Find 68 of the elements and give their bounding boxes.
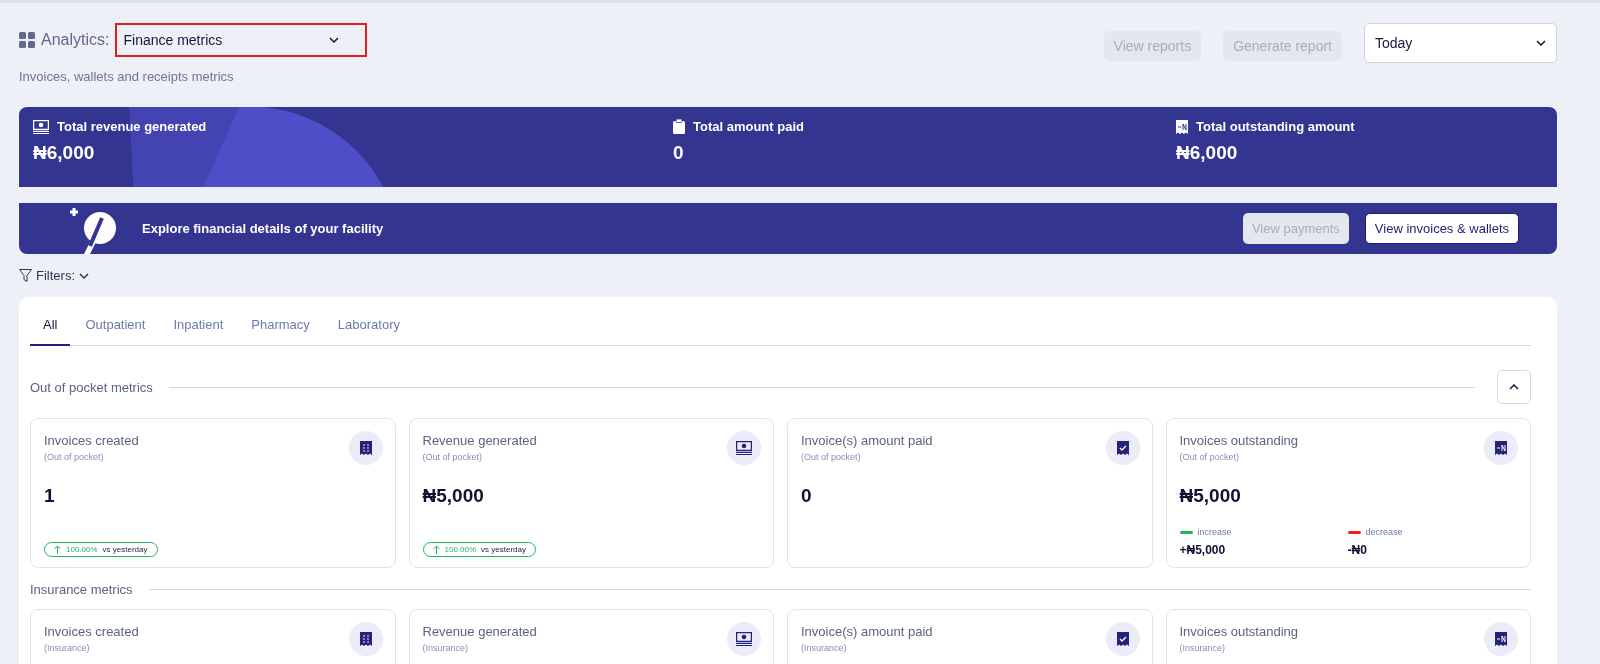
receipt-icon (359, 632, 372, 646)
page-subtitle: Invoices, wallets and receipts metrics (19, 69, 235, 84)
card-subtitle: (Insurance) (44, 643, 91, 653)
grid-icon (19, 32, 35, 48)
filters-button[interactable]: Filters: (19, 268, 89, 283)
card-value: 1 (44, 485, 56, 507)
card-title: Invoices created (44, 624, 139, 639)
compare-text: vs yesterday (481, 545, 526, 554)
naira-receipt-icon (1495, 632, 1507, 646)
card-subtitle: (Insurance) (1179, 643, 1227, 653)
chevron-up-icon (1509, 384, 1519, 390)
card-subtitle: (Out of pocket) (44, 452, 105, 462)
chevron-down-icon (329, 37, 340, 43)
arrow-up-icon (432, 545, 440, 554)
collapse-button[interactable] (1497, 370, 1531, 404)
card-title: Revenue generated (422, 624, 537, 639)
stat-value: 0 (673, 142, 685, 164)
period-dropdown[interactable]: Today (1364, 23, 1557, 63)
compare-text: vs yesterday (102, 545, 148, 554)
legend-label: increase (1197, 527, 1232, 537)
money-icon (736, 441, 752, 455)
stat-label: Total revenue generated (57, 119, 207, 134)
legend-amount: -₦0 (1347, 543, 1368, 557)
arrow-up-icon (54, 545, 61, 554)
stat-label: Total outstanding amount (1196, 119, 1355, 134)
category-tab[interactable]: All (30, 311, 71, 346)
chevron-down-icon (79, 272, 89, 279)
section-title: Insurance metrics (30, 582, 133, 597)
explore-text: Explore financial details of your facility (142, 221, 385, 236)
card-subtitle: (Insurance) (801, 643, 848, 653)
naira-receipt-icon (1495, 441, 1507, 455)
card-subtitle: (Out of pocket) (1179, 452, 1241, 462)
section-title: Out of pocket metrics (30, 379, 153, 395)
checked-receipt-icon (1116, 632, 1129, 646)
analytics-label: Analytics: (41, 31, 110, 49)
card-subtitle: (Out of pocket) (422, 452, 484, 462)
filter-icon (19, 269, 32, 282)
view-button[interactable]: View invoices & wallets (1364, 213, 1519, 244)
change-percent: 100.00% (444, 545, 477, 554)
card-value: ₦5,000 (1179, 485, 1242, 507)
card-title: Invoice(s) amount paid (801, 624, 933, 639)
chevron-down-icon (1536, 40, 1546, 46)
card-title: Invoices outstanding (1179, 433, 1299, 448)
metrics-dropdown[interactable]: Finance metrics (115, 23, 368, 57)
card-value: ₦5,000 (422, 485, 485, 507)
naira-receipt-icon (1176, 119, 1188, 134)
category-tab[interactable]: Pharmacy (238, 311, 323, 346)
clipboard-icon (673, 119, 685, 134)
card-title: Revenue generated (422, 433, 537, 448)
stat-value: ₦6,000 (33, 142, 96, 164)
card-subtitle: (Insurance) (422, 643, 470, 653)
category-tab[interactable]: Outpatient (72, 311, 159, 346)
card-title: Invoices created (44, 433, 139, 448)
stat-label: Total amount paid (693, 119, 804, 134)
card-value: 0 (801, 485, 813, 507)
checked-receipt-icon (1116, 441, 1129, 455)
card-subtitle: (Out of pocket) (801, 452, 862, 462)
money-icon (33, 119, 49, 134)
category-tab[interactable]: Laboratory (324, 311, 413, 346)
legend-amount: +₦5,000 (1179, 543, 1227, 557)
card-title: Invoices outstanding (1179, 624, 1299, 639)
category-tab[interactable]: Inpatient (160, 311, 237, 346)
card-title: Invoice(s) amount paid (801, 433, 933, 448)
money-icon (736, 632, 752, 646)
legend-label: decrease (1365, 527, 1403, 537)
receipt-icon (359, 441, 372, 455)
stat-value: ₦6,000 (1176, 142, 1239, 164)
change-percent: 100.00% (66, 545, 98, 554)
